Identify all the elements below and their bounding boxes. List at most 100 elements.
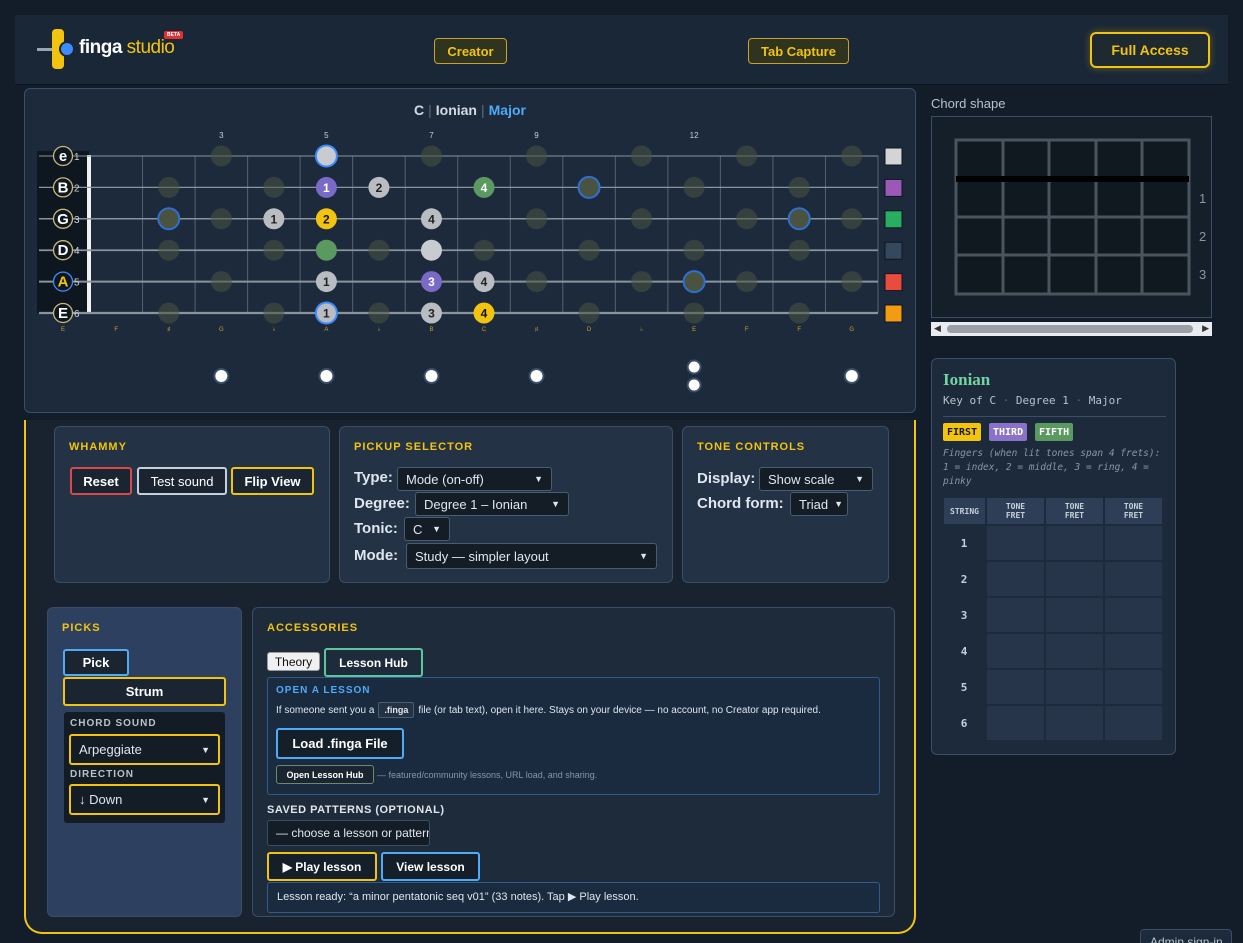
- ghost-note[interactable]: [368, 239, 390, 261]
- string-number-label: 4: [74, 246, 80, 257]
- load-finga-file-button[interactable]: Load .finga File: [276, 728, 404, 759]
- test-sound-button[interactable]: Test sound: [137, 467, 227, 495]
- bottom-note-name: ♭: [378, 326, 381, 333]
- bottom-note-name: E: [692, 327, 696, 333]
- ghost-note[interactable]: [631, 145, 653, 167]
- ghost-note[interactable]: [788, 176, 810, 198]
- scale-note-dot[interactable]: [577, 175, 601, 199]
- pick-button[interactable]: Pick: [63, 649, 129, 676]
- tab-lesson-hub[interactable]: Lesson Hub: [324, 648, 423, 677]
- ghost-note[interactable]: [841, 271, 863, 293]
- string-note-label: D: [58, 242, 69, 259]
- ghost-note[interactable]: [578, 239, 600, 261]
- ghost-note[interactable]: [631, 271, 653, 293]
- logo-dot-icon: [59, 41, 75, 57]
- scale-note-dot[interactable]: [157, 207, 181, 231]
- ghost-note[interactable]: [158, 176, 180, 198]
- reset-button[interactable]: Reset: [70, 467, 132, 495]
- scroll-left-icon[interactable]: ◀: [934, 323, 941, 334]
- scale-note-dot[interactable]: [682, 270, 706, 294]
- ghost-note[interactable]: [368, 302, 390, 324]
- ghost-note[interactable]: [683, 302, 705, 324]
- tonic-select[interactable]: C ▼: [404, 517, 450, 541]
- chord-form-select[interactable]: Triad ▼: [790, 492, 848, 516]
- ghost-note[interactable]: [736, 145, 758, 167]
- fretboard-panel: C | Ionian | Major 3 5 7 9 12 e 1 B 2 G 3 D 4 A 5 E 6 1 2 4 1 2 4 1…: [24, 88, 916, 413]
- ghost-note[interactable]: [263, 239, 285, 261]
- fret-number: 2: [1199, 229, 1206, 244]
- ghost-note[interactable]: [158, 239, 180, 261]
- table-cell: [987, 526, 1044, 560]
- play-lesson-button[interactable]: ▶ Play lesson: [267, 852, 377, 881]
- string-color-swatch[interactable]: [884, 304, 903, 323]
- string-color-swatch[interactable]: [884, 210, 903, 229]
- table-row-string: 5: [960, 680, 968, 694]
- ghost-note[interactable]: [473, 239, 495, 261]
- chord-sound-select[interactable]: Arpeggiate ▼: [69, 734, 220, 765]
- ghost-note[interactable]: [631, 208, 653, 230]
- scale-note-dot[interactable]: [315, 239, 337, 261]
- string-color-swatch[interactable]: [884, 241, 903, 260]
- strum-button[interactable]: Strum: [63, 677, 226, 706]
- badge-first: FIRST: [943, 423, 982, 441]
- scrollbar-thumb[interactable]: [947, 325, 1193, 333]
- type-select[interactable]: Mode (on-off) ▼: [397, 467, 552, 491]
- fretboard[interactable]: 3 5 7 9 12e 1B 2G 3D 4A 5E 61 2 41 2 41 3 41 3 4E F ♯ G ♭ A ♭ B C ♯…: [25, 89, 917, 414]
- ghost-note[interactable]: [683, 239, 705, 261]
- tab-capture-button[interactable]: Tab Capture: [748, 38, 849, 64]
- direction-select[interactable]: ↓ Down ▼: [69, 784, 220, 815]
- ghost-note[interactable]: [210, 208, 232, 230]
- ghost-note[interactable]: [420, 145, 442, 167]
- view-lesson-button[interactable]: View lesson: [381, 852, 480, 881]
- ghost-note[interactable]: [263, 302, 285, 324]
- ghost-note[interactable]: [526, 145, 548, 167]
- chord-shape-scrollbar[interactable]: ◀ ▶: [931, 322, 1212, 336]
- saved-patterns-select[interactable]: — choose a lesson or pattern —▼: [267, 820, 430, 846]
- table-cell: [1105, 562, 1162, 596]
- flip-view-button[interactable]: Flip View: [231, 467, 314, 495]
- ghost-note[interactable]: [841, 208, 863, 230]
- fret-marker-number: 12: [690, 131, 699, 140]
- creator-button[interactable]: Creator: [434, 38, 507, 64]
- scale-note-dot[interactable]: [420, 239, 442, 261]
- full-access-button[interactable]: Full Access: [1090, 32, 1210, 68]
- finger-number: 4: [481, 275, 488, 289]
- bottom-note-name: ♭: [640, 326, 643, 333]
- tonic-label: Tonic:: [354, 520, 398, 537]
- ghost-note[interactable]: [736, 208, 758, 230]
- open-lesson-section: OPEN A LESSON If someone sent you a .fin…: [267, 677, 880, 795]
- degree-select[interactable]: Degree 1 – Ionian ▼: [415, 492, 569, 516]
- bottom-note-name: ♭: [272, 326, 275, 333]
- scale-note-dot[interactable]: [314, 144, 338, 168]
- string-color-swatch[interactable]: [884, 273, 903, 292]
- tab-theory[interactable]: Theory: [267, 652, 320, 671]
- ghost-note[interactable]: [736, 271, 758, 293]
- chevron-down-icon: ▼: [551, 499, 560, 509]
- ghost-note[interactable]: [263, 176, 285, 198]
- scale-note-dot[interactable]: [787, 207, 811, 231]
- ghost-note[interactable]: [158, 302, 180, 324]
- mode-label: Mode:: [354, 547, 399, 564]
- scroll-right-icon[interactable]: ▶: [1202, 323, 1209, 334]
- ghost-note[interactable]: [788, 302, 810, 324]
- mode-select[interactable]: Study — simpler layout ▼: [406, 543, 657, 569]
- ghost-note[interactable]: [526, 208, 548, 230]
- ghost-note[interactable]: [683, 176, 705, 198]
- ghost-note[interactable]: [841, 145, 863, 167]
- ghost-note[interactable]: [578, 302, 600, 324]
- string-note-label: e: [59, 148, 67, 165]
- ghost-note[interactable]: [210, 271, 232, 293]
- display-select[interactable]: Show scale ▼: [759, 467, 873, 491]
- string-color-swatch[interactable]: [884, 178, 903, 197]
- ghost-note[interactable]: [210, 145, 232, 167]
- ghost-note[interactable]: [788, 239, 810, 261]
- chevron-down-icon: ▼: [855, 474, 864, 484]
- bottom-note-name: B: [429, 327, 433, 333]
- fret-marker-number: 3: [219, 131, 224, 140]
- table-cell: [1046, 526, 1103, 560]
- open-lesson-hub-button[interactable]: Open Lesson Hub: [276, 765, 374, 784]
- admin-sign-in-button[interactable]: Admin sign-in: [1140, 929, 1232, 943]
- logo[interactable]: finga studio BETA: [37, 29, 197, 73]
- ghost-note[interactable]: [526, 271, 548, 293]
- string-color-swatch[interactable]: [884, 147, 903, 166]
